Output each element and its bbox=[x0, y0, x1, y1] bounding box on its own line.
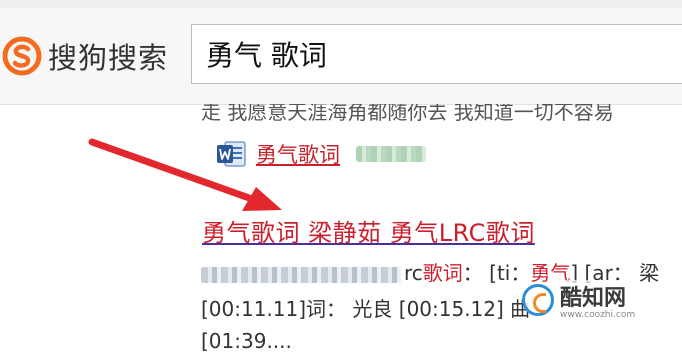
red-arrow-annotation bbox=[88, 138, 282, 211]
